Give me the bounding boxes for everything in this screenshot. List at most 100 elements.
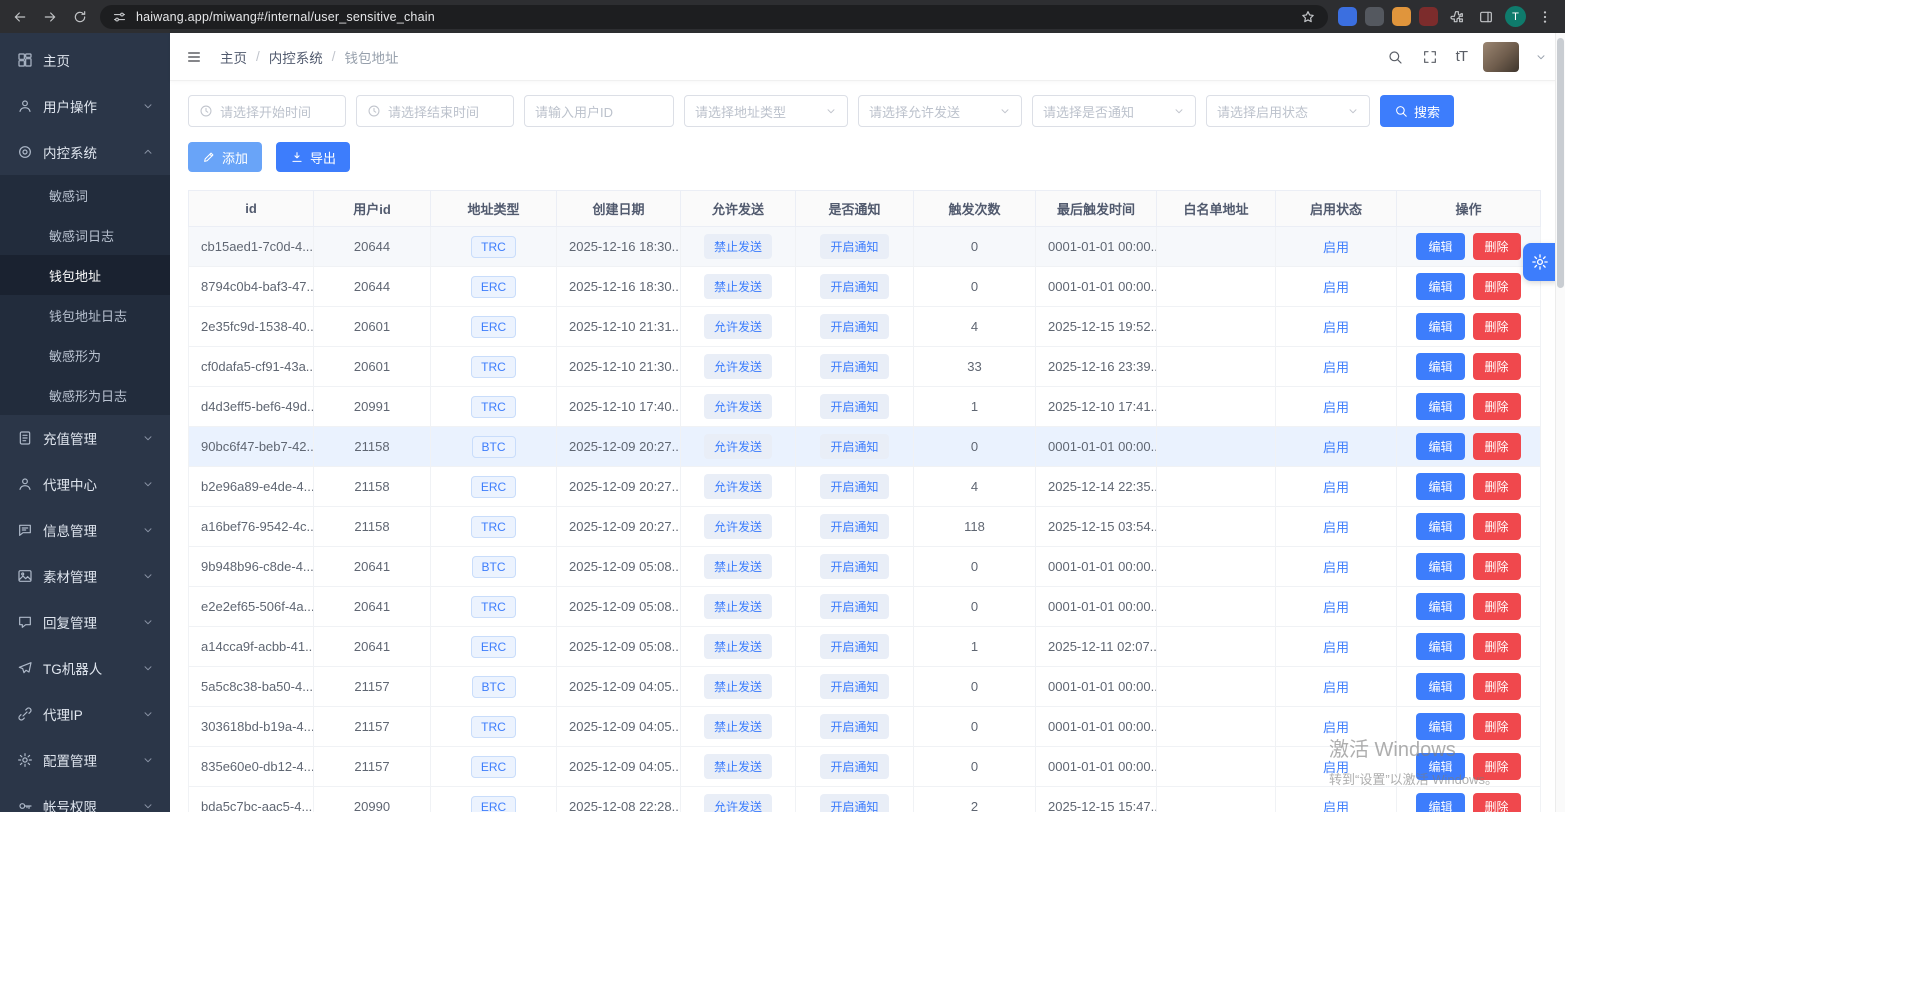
sidebar-item[interactable]: TG机器人 xyxy=(0,645,170,691)
edit-button[interactable]: 编辑 xyxy=(1416,713,1464,740)
address-type-tag: ERC xyxy=(471,636,516,658)
breadcrumb-home[interactable]: 主页 xyxy=(220,47,247,67)
address-type-tag: BTC xyxy=(472,556,516,578)
edit-button[interactable]: 编辑 xyxy=(1416,313,1464,340)
edit-button[interactable]: 编辑 xyxy=(1416,793,1464,812)
sidebar-item[interactable]: 代理IP xyxy=(0,691,170,737)
delete-button[interactable]: 删除 xyxy=(1473,633,1521,660)
extension-maroon-icon[interactable] xyxy=(1419,7,1438,26)
extension-orange-icon[interactable] xyxy=(1392,7,1411,26)
user-id-input[interactable]: 请输入用户ID xyxy=(524,95,674,127)
sidebar-subitem[interactable]: 敏感形为 xyxy=(0,335,170,375)
vertical-scrollbar[interactable] xyxy=(1555,33,1565,812)
search-button[interactable]: 搜索 xyxy=(1380,95,1454,127)
chevron-down-icon xyxy=(142,100,154,112)
last-trigger-cell: 2025-12-16 23:39... xyxy=(1036,347,1157,387)
back-icon[interactable] xyxy=(10,7,30,27)
edit-button[interactable]: 编辑 xyxy=(1416,593,1464,620)
chevron-down-icon xyxy=(142,800,154,812)
user-avatar[interactable] xyxy=(1483,42,1519,72)
sidebar-item[interactable]: 配置管理 xyxy=(0,737,170,783)
avatar-chevron-down-icon[interactable] xyxy=(1535,51,1547,63)
edit-button[interactable]: 编辑 xyxy=(1416,393,1464,420)
edit-button[interactable]: 编辑 xyxy=(1416,353,1464,380)
notify-cell: 开启通知 xyxy=(796,667,914,707)
start-time-input[interactable]: 请选择开始时间 xyxy=(188,95,346,127)
fullscreen-icon[interactable] xyxy=(1421,47,1440,66)
collapse-sidebar-icon[interactable] xyxy=(184,47,204,67)
end-time-input[interactable]: 请选择结束时间 xyxy=(356,95,514,127)
edit-button[interactable]: 编辑 xyxy=(1416,753,1464,780)
split-screen-icon[interactable] xyxy=(1476,7,1496,27)
sidebar-item[interactable]: 充值管理 xyxy=(0,415,170,461)
operations-cell: 编辑删除 xyxy=(1397,547,1541,587)
sidebar-item[interactable]: 主页 xyxy=(0,37,170,83)
site-settings-icon[interactable] xyxy=(112,9,127,24)
sidebar-subitem[interactable]: 敏感词日志 xyxy=(0,215,170,255)
edit-button[interactable]: 编辑 xyxy=(1416,233,1464,260)
delete-button[interactable]: 删除 xyxy=(1473,473,1521,500)
url-text[interactable]: haiwang.app/miwang#/internal/user_sensit… xyxy=(136,10,1291,24)
created-cell: 2025-12-10 21:31... xyxy=(557,307,681,347)
sidebar-item[interactable]: 素材管理 xyxy=(0,553,170,599)
settings-drawer-button[interactable] xyxy=(1523,243,1557,281)
extension-blue-icon[interactable] xyxy=(1338,7,1357,26)
allow-send-select[interactable]: 请选择允许发送 xyxy=(858,95,1022,127)
delete-button[interactable]: 删除 xyxy=(1473,553,1521,580)
sidebar-item[interactable]: 内控系统 xyxy=(0,129,170,175)
delete-button[interactable]: 删除 xyxy=(1473,313,1521,340)
extension-gray-icon[interactable] xyxy=(1365,7,1384,26)
sidebar-item[interactable]: 用户操作 xyxy=(0,83,170,129)
edit-button[interactable]: 编辑 xyxy=(1416,473,1464,500)
link-icon xyxy=(16,706,33,723)
edit-button[interactable]: 编辑 xyxy=(1416,273,1464,300)
sidebar-subitem[interactable]: 敏感形为日志 xyxy=(0,375,170,415)
delete-button[interactable]: 删除 xyxy=(1473,353,1521,380)
delete-button[interactable]: 删除 xyxy=(1473,673,1521,700)
browser-profile-avatar[interactable]: T xyxy=(1505,6,1526,27)
edit-button[interactable]: 编辑 xyxy=(1416,513,1464,540)
delete-button[interactable]: 删除 xyxy=(1473,433,1521,460)
address-type-select[interactable]: 请选择地址类型 xyxy=(684,95,848,127)
delete-button[interactable]: 删除 xyxy=(1473,713,1521,740)
add-button[interactable]: 添加 xyxy=(188,142,262,172)
delete-button[interactable]: 删除 xyxy=(1473,393,1521,420)
address-type-cell: BTC xyxy=(431,547,557,587)
enable-status-select[interactable]: 请选择启用状态 xyxy=(1206,95,1370,127)
edit-button[interactable]: 编辑 xyxy=(1416,673,1464,700)
sidebar-item[interactable]: 信息管理 xyxy=(0,507,170,553)
export-button[interactable]: 导出 xyxy=(276,142,350,172)
delete-button[interactable]: 删除 xyxy=(1473,793,1521,812)
delete-button[interactable]: 删除 xyxy=(1473,513,1521,540)
edit-button[interactable]: 编辑 xyxy=(1416,633,1464,660)
sidebar-item[interactable]: 帐号权限 xyxy=(0,783,170,812)
allow-send-tag: 允许发送 xyxy=(704,314,772,339)
breadcrumb-internal[interactable]: 内控系统 xyxy=(269,47,323,67)
sidebar-subitem[interactable]: 敏感词 xyxy=(0,175,170,215)
edit-button[interactable]: 编辑 xyxy=(1416,553,1464,580)
font-size-icon[interactable]: tT xyxy=(1456,48,1467,65)
table-row: cb15aed1-7c0d-4...20644TRC2025-12-16 18:… xyxy=(189,227,1541,267)
bookmark-star-icon[interactable] xyxy=(1300,9,1316,25)
notify-cell: 开启通知 xyxy=(796,507,914,547)
delete-button[interactable]: 删除 xyxy=(1473,273,1521,300)
sidebar: 主页用户操作内控系统敏感词敏感词日志钱包地址钱包地址日志敏感形为敏感形为日志充值… xyxy=(0,33,170,812)
delete-button[interactable]: 删除 xyxy=(1473,753,1521,780)
status-cell: 启用 xyxy=(1276,787,1397,813)
allow-send-cell: 禁止发送 xyxy=(681,747,796,787)
sidebar-item[interactable]: 代理中心 xyxy=(0,461,170,507)
search-icon[interactable] xyxy=(1386,47,1405,66)
sidebar-subitem[interactable]: 钱包地址日志 xyxy=(0,295,170,335)
edit-button[interactable]: 编辑 xyxy=(1416,433,1464,460)
browser-menu-icon[interactable] xyxy=(1535,7,1555,27)
address-bar[interactable]: haiwang.app/miwang#/internal/user_sensit… xyxy=(100,5,1328,29)
extensions-puzzle-icon[interactable] xyxy=(1447,7,1467,27)
sidebar-subitem[interactable]: 钱包地址 xyxy=(0,255,170,295)
scrollbar-thumb[interactable] xyxy=(1557,38,1564,288)
sidebar-item[interactable]: 回复管理 xyxy=(0,599,170,645)
notify-select[interactable]: 请选择是否通知 xyxy=(1032,95,1196,127)
forward-icon[interactable] xyxy=(40,7,60,27)
delete-button[interactable]: 删除 xyxy=(1473,593,1521,620)
refresh-icon[interactable] xyxy=(70,7,90,27)
delete-button[interactable]: 删除 xyxy=(1473,233,1521,260)
